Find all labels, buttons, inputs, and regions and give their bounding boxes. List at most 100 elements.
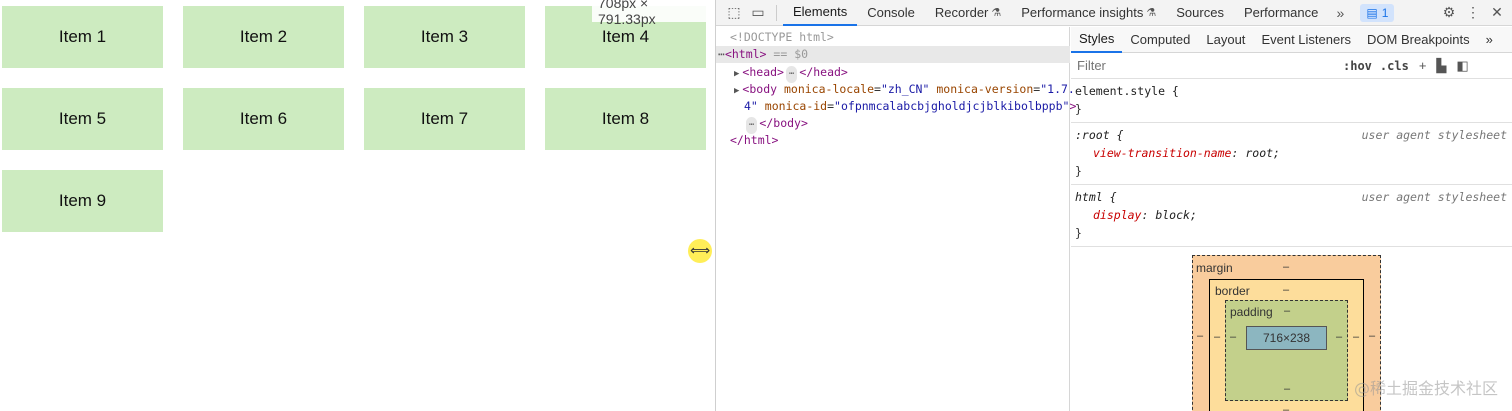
grid-item: Item 3: [364, 6, 525, 68]
padding-bottom-value: –: [1284, 383, 1291, 395]
property-name: view-transition-name: [1093, 146, 1232, 160]
attr-value: "zh_CN": [880, 82, 930, 96]
grid-item: Item 9: [2, 170, 163, 232]
tab-recorder[interactable]: Recorder ⚗: [925, 0, 1011, 26]
style-rule-root[interactable]: :root { user agent stylesheet view-trans…: [1071, 123, 1512, 185]
margin-left-value: –: [1197, 330, 1204, 342]
grid-item: Item 7: [364, 88, 525, 150]
body-close-tag: </body>: [759, 116, 808, 130]
resize-cursor-icon[interactable]: ⟺: [688, 239, 712, 263]
border-left-value: –: [1214, 331, 1221, 343]
styles-filter-input[interactable]: [1077, 55, 1335, 76]
row-menu-icon: ⋯: [718, 47, 725, 61]
new-rule-plus-icon[interactable]: +: [1419, 58, 1427, 73]
styles-tabbar: Styles Computed Layout Event Listeners D…: [1071, 27, 1512, 53]
tab-console[interactable]: Console: [857, 0, 925, 26]
margin-right-value: –: [1369, 330, 1376, 342]
experiment-flask-icon: ⚗: [1146, 7, 1157, 19]
styles-filter-bar: :hov .cls + ▙ ◧: [1071, 53, 1512, 79]
html-open-tag: <html>: [724, 47, 767, 61]
issues-icon: ▤: [1366, 5, 1378, 20]
expand-triangle-icon[interactable]: ▶: [734, 86, 739, 96]
box-model-content[interactable]: 716×238: [1246, 326, 1327, 350]
padding-label: padding: [1230, 305, 1273, 319]
close-icon[interactable]: ✕: [1485, 1, 1509, 25]
padding-left-value: –: [1230, 331, 1237, 343]
html-close-tag: </html>: [730, 133, 779, 147]
tab-event-listeners[interactable]: Event Listeners: [1253, 27, 1359, 53]
cls-toggle-button[interactable]: .cls: [1380, 59, 1409, 73]
tab-performance-insights[interactable]: Performance insights ⚗: [1011, 0, 1166, 26]
box-model-border[interactable]: border – – – – padding – – – – 716×238: [1209, 279, 1364, 411]
tab-elements[interactable]: Elements: [783, 0, 858, 26]
screen: Item 1 Item 2 Item 3 Item 4 Item 5 Item …: [0, 0, 1512, 411]
attr-name: monica-id: [764, 99, 828, 113]
tab-layout[interactable]: Layout: [1198, 27, 1253, 53]
settings-gear-icon[interactable]: ⚙: [1437, 1, 1461, 25]
toggle-sidebar-icon[interactable]: ◧: [1456, 58, 1468, 74]
tab-sources[interactable]: Sources: [1166, 0, 1234, 26]
issues-count: 1: [1381, 5, 1389, 20]
toolbar-divider: [776, 4, 777, 21]
box-model-margin[interactable]: margin – – – – border – – – – padding –: [1192, 255, 1381, 411]
devtools-toolbar: ⬚ ▭ Elements Console Recorder ⚗ Performan…: [716, 0, 1512, 26]
viewport-size-tooltip: 708px × 791.33px: [592, 0, 715, 27]
style-property[interactable]: view-transition-name: root;: [1075, 144, 1508, 162]
doctype-text: <!DOCTYPE html>: [730, 30, 834, 44]
rule-origin: user agent stylesheet: [1361, 190, 1507, 204]
style-property[interactable]: display: block;: [1075, 206, 1508, 224]
border-bottom-value: –: [1283, 404, 1290, 411]
rule-close-brace: }: [1075, 102, 1082, 116]
inspect-element-icon[interactable]: ⬚: [722, 1, 746, 25]
tab-performance[interactable]: Performance: [1234, 0, 1328, 26]
styles-sidebar: Styles Computed Layout Event Listeners D…: [1071, 27, 1512, 411]
head-close-tag: </head>: [799, 65, 848, 79]
tab-performance-insights-label: Performance insights: [1021, 5, 1144, 20]
style-rule-html[interactable]: html { user agent stylesheet display: bl…: [1071, 185, 1512, 247]
devtools-panel: ⬚ ▭ Elements Console Recorder ⚗ Performan…: [715, 0, 1512, 411]
dom-node-html-close[interactable]: </html>: [730, 132, 778, 149]
watermark: @稀土掘金技术社区: [1353, 379, 1498, 398]
attr-value: "ofpnmcalabcbjgholdjcjblkibolbppb": [834, 99, 1070, 113]
rule-close-brace: }: [1075, 226, 1082, 240]
issues-badge[interactable]: ▤ 1: [1360, 3, 1395, 22]
attr-name: monica-version: [936, 82, 1034, 96]
device-toolbar-icon[interactable]: ▭: [746, 1, 770, 25]
rule-origin: user agent stylesheet: [1361, 128, 1507, 142]
toolbar-right: ⚙ ⋮ ✕: [1437, 1, 1512, 25]
selected-marker: == $0: [773, 47, 809, 61]
grid-item: Item 5: [2, 88, 163, 150]
box-model-padding[interactable]: padding – – – – 716×238: [1225, 300, 1348, 401]
tab-recorder-label: Recorder: [934, 5, 989, 20]
dom-tree: <!DOCTYPE html> ⋯<html> == $0 ▶ <head> ⋯ </…: [716, 27, 1076, 411]
grid-item: Item 1: [2, 6, 163, 68]
tab-styles[interactable]: Styles: [1071, 27, 1123, 53]
dom-node-html[interactable]: ⋯<html> == $0: [716, 46, 1070, 63]
property-value: block;: [1155, 208, 1197, 222]
more-options-icon[interactable]: ⋮: [1461, 1, 1485, 25]
grid-item: Item 6: [183, 88, 344, 150]
border-label: border: [1215, 284, 1250, 298]
dom-node-body-cont[interactable]: 4" monica-id="ofpnmcalabcbjgholdjcjblkib…: [744, 98, 1076, 115]
hov-toggle-button[interactable]: :hov: [1343, 59, 1372, 73]
property-value: root;: [1245, 146, 1280, 160]
attr-value: 4": [744, 99, 758, 113]
margin-top-value: –: [1283, 261, 1290, 273]
border-right-value: –: [1353, 331, 1360, 343]
padding-right-value: –: [1336, 331, 1343, 343]
attr-name: monica-locale: [783, 82, 874, 96]
property-name: display: [1093, 208, 1142, 222]
style-rule-element[interactable]: element.style { }: [1071, 79, 1512, 123]
tab-computed[interactable]: Computed: [1122, 27, 1198, 53]
attr-value: "1.7.: [1040, 82, 1075, 96]
margin-label: margin: [1196, 261, 1233, 275]
more-tabs-button[interactable]: »: [1328, 1, 1352, 25]
dom-doctype[interactable]: <!DOCTYPE html>: [730, 29, 834, 46]
expand-triangle-icon[interactable]: ▶: [734, 69, 739, 79]
border-top-value: –: [1283, 284, 1290, 296]
paint-roller-icon[interactable]: ▙: [1436, 58, 1446, 74]
experiment-flask-icon: ⚗: [991, 7, 1002, 19]
more-sidebar-tabs-button[interactable]: »: [1478, 27, 1501, 53]
page-viewport: Item 1 Item 2 Item 3 Item 4 Item 5 Item …: [0, 0, 715, 411]
tab-dom-breakpoints[interactable]: DOM Breakpoints: [1359, 27, 1478, 53]
